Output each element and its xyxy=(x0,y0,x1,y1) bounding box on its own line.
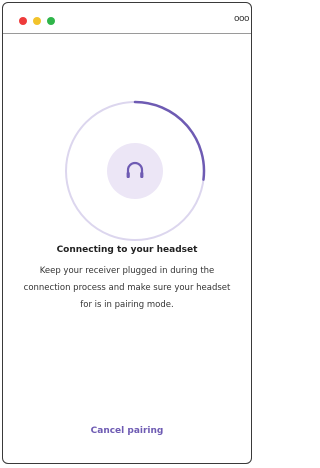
headset-icon-badge xyxy=(107,143,163,199)
connecting-description: Keep your receiver plugged in during the… xyxy=(23,266,231,310)
more-dots-icon[interactable]: ooo xyxy=(234,14,250,24)
app-window: ooo Connecting to your headset Keep your… xyxy=(2,2,252,464)
title-bar: ooo xyxy=(3,3,251,34)
maximize-window-button[interactable] xyxy=(47,17,55,25)
cancel-pairing-link[interactable]: Cancel pairing xyxy=(3,426,251,436)
connecting-title: Connecting to your headset xyxy=(56,245,198,255)
close-window-button[interactable] xyxy=(19,17,27,25)
headset-icon xyxy=(126,161,144,178)
minimize-window-button[interactable] xyxy=(33,17,41,25)
